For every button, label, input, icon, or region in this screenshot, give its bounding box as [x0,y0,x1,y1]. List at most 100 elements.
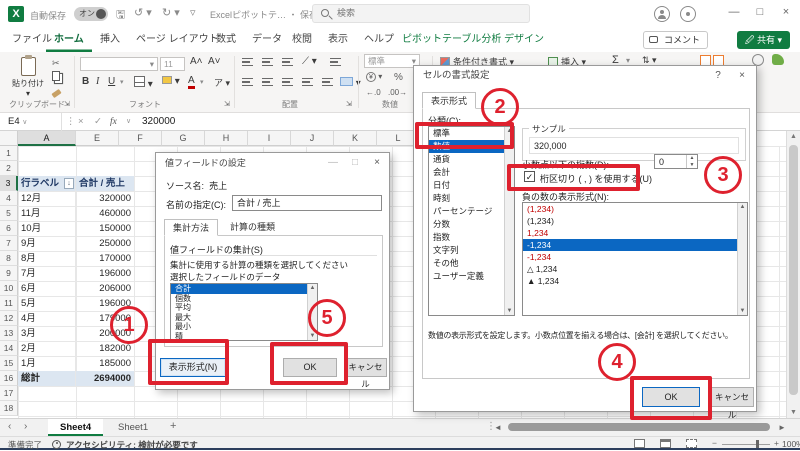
vertical-scroll-thumb[interactable] [789,145,798,395]
tab-number-format[interactable]: 表示形式 [422,92,477,109]
cancel-button[interactable]: キャンセル [710,387,754,420]
add-sheet-button[interactable]: + [170,420,176,432]
percent-style-icon[interactable]: % [394,72,403,83]
grow-font-icon[interactable]: A˄ [190,56,203,67]
close-button[interactable]: × [776,6,796,18]
font-dialog-launcher-icon[interactable]: ⇲ [224,100,230,108]
tab-summarize-values-by[interactable]: 集計方法 [164,219,219,236]
zoom-slider-knob[interactable] [756,440,759,448]
category-item[interactable]: パーセンテージ [429,205,514,218]
align-top-icon[interactable] [242,58,253,69]
column-header[interactable]: I [248,131,291,146]
sheet-tab-sheet1[interactable]: Sheet1 [106,419,160,436]
negative-scrollbar[interactable]: ▲ ▼ [737,203,747,315]
accessibility-status[interactable]: アクセシビリティ: 検討が必要です [66,439,198,451]
custom-name-input[interactable]: 合計 / 売上 [232,195,382,211]
spinner-arrows-icon[interactable]: ▲ ▼ [686,155,697,168]
alignment-dialog-launcher-icon[interactable]: ⇲ [346,100,352,108]
redo-icon[interactable]: ↻ ▾ [162,6,180,19]
row-header[interactable]: 4 [0,191,18,206]
maximize-button[interactable]: □ [750,6,770,18]
fx-icon[interactable]: fx [110,113,117,131]
minimize-button[interactable]: — [724,6,744,18]
pivot-value-cell[interactable]: 170000 [76,251,134,266]
column-header[interactable]: F [119,131,162,146]
pivot-month-cell[interactable]: 10月 [18,221,76,236]
account-avatar-icon[interactable] [654,6,670,22]
sort-filter-dropdown-icon[interactable]: ↓ [64,178,74,189]
clipboard-dialog-launcher-icon[interactable]: ⇲ [64,100,70,108]
sheet-tab-sheet4[interactable]: Sheet4 [48,419,104,436]
align-right-icon[interactable] [282,78,293,89]
row-header[interactable]: 3 [0,176,18,191]
negative-format-item[interactable]: △ 1,234 [523,263,747,275]
row-header[interactable]: 5 [0,206,18,221]
font-size-combo[interactable]: 11 [160,57,185,71]
save-icon[interactable]: 🖫 [116,6,125,25]
column-header[interactable]: H [205,131,248,146]
dialog-close-icon[interactable]: × [365,153,389,173]
pivot-month-cell[interactable]: 8月 [18,251,76,266]
bold-button[interactable]: B [82,76,89,87]
qat-customize-icon[interactable]: ▿ [190,6,196,19]
select-all-corner[interactable] [0,131,18,146]
column-header[interactable]: J [291,131,334,146]
font-color-icon[interactable]: A [188,76,195,89]
page-break-view-icon[interactable] [686,439,697,448]
sheet-nav-next-icon[interactable]: › [24,421,27,432]
font-color-dropdown-icon[interactable]: ▾ [200,78,204,86]
category-item[interactable]: 日付 [429,179,514,192]
formula-bar-value[interactable]: 320000 [142,113,175,131]
autosum-dropdown-icon[interactable]: ▾ [626,56,630,65]
pivot-month-cell[interactable]: 2月 [18,341,76,356]
cancel-button[interactable]: キャンセル [344,358,387,389]
tab-review[interactable]: 校閲 [284,28,320,52]
category-item[interactable]: 分数 [429,218,514,231]
pivot-month-cell[interactable]: 7月 [18,266,76,281]
align-center-icon[interactable] [262,78,273,89]
increase-decimal-icon[interactable]: ←.0 [366,88,381,97]
pivot-month-cell[interactable]: 9月 [18,236,76,251]
row-header[interactable]: 16 [0,371,18,386]
sheet-nav-prev-icon[interactable]: ‹ [8,421,11,432]
zoom-level[interactable]: 100% [782,439,800,449]
pivot-month-cell[interactable]: 11月 [18,206,76,221]
pivot-total-label[interactable]: 総計 [18,371,76,386]
search-input[interactable]: 検索 [312,4,530,23]
pivot-value-cell[interactable]: 196000 [76,266,134,281]
presence-pin-icon[interactable] [680,6,696,22]
decimal-places-spinner[interactable]: 0 ▲ ▼ [654,154,698,169]
column-header[interactable]: K [334,131,377,146]
horizontal-scrollbar[interactable] [500,423,786,432]
orientation-icon[interactable]: ⟋ ▾ [302,56,317,67]
negative-format-item[interactable]: (1,234) [523,215,747,227]
enter-entry-icon[interactable]: ✓ [94,113,102,131]
align-bottom-icon[interactable] [282,58,293,69]
pivot-value-cell[interactable]: 206000 [76,281,134,296]
pivot-total-value[interactable]: 2694000 [76,371,134,386]
align-middle-icon[interactable] [262,58,273,69]
font-name-combo[interactable]: ▾ [80,57,158,71]
column-header[interactable]: A [18,131,76,146]
summary-function-item[interactable]: 最小 [171,322,317,332]
row-header[interactable]: 14 [0,341,18,356]
row-header[interactable]: 10 [0,281,18,296]
page-layout-view-icon[interactable] [660,439,671,448]
scroll-up-icon[interactable]: ▲ [787,133,800,140]
negative-format-item[interactable]: 1,234 [523,227,747,239]
column-header[interactable]: G [162,131,205,146]
summary-function-item[interactable]: 平均 [171,303,317,313]
pivot-month-cell[interactable]: 3月 [18,326,76,341]
negative-format-list[interactable]: ▲ ▼ (1,234) (1,234) 1,234 -1,234 -1,234 △ 1,23… [522,202,748,316]
number-format-combo[interactable]: 標準 ▾ [364,54,420,68]
share-button[interactable]: 🖉 共有 ▾ [736,31,790,49]
scroll-down-icon[interactable]: ▼ [787,409,800,416]
zoom-in-icon[interactable]: + [774,438,779,448]
row-header[interactable]: 8 [0,251,18,266]
hscroll-right-icon[interactable]: ► [778,423,786,432]
category-item[interactable]: 文字列 [429,244,514,257]
pivot-month-cell[interactable]: 6月 [18,281,76,296]
fill-color-icon[interactable]: ▾ [162,76,180,87]
negative-format-item[interactable]: -1,234 [523,251,747,263]
dialog-help-icon[interactable]: ? [706,66,730,86]
